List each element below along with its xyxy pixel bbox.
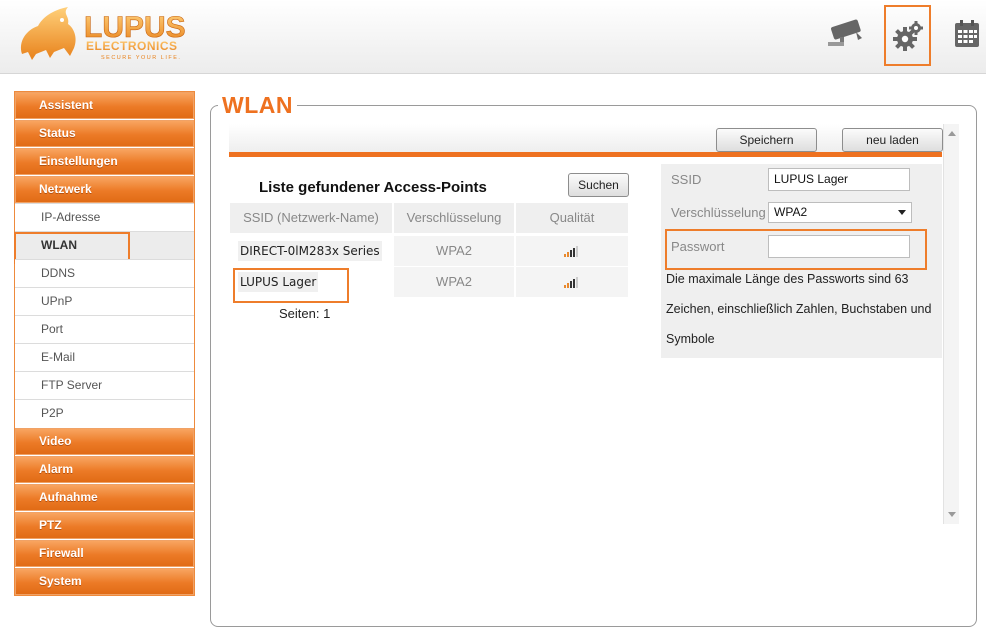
column-header-quality: Qualität	[516, 203, 628, 233]
calendar-button[interactable]	[947, 14, 986, 54]
page-title: WLAN	[218, 92, 297, 119]
ap-quality	[516, 267, 628, 297]
selected-ap-highlight	[233, 268, 349, 303]
sidebar-item-ptz[interactable]: PTZ	[15, 511, 194, 539]
signal-bar	[567, 252, 569, 258]
sidebar-item-aufnahme[interactable]: Aufnahme	[15, 483, 194, 511]
signal-bar	[573, 279, 575, 289]
sidebar-item-video[interactable]: Video	[15, 427, 194, 455]
ap-ssid: DIRECT-0lM283x Series	[238, 241, 382, 261]
sidebar-item-einstellungen[interactable]: Einstellungen	[15, 147, 194, 175]
sidebar-item-alarm[interactable]: Alarm	[15, 455, 194, 483]
sidebar-item-port[interactable]: Port	[15, 315, 194, 343]
ssid-label: SSID	[671, 172, 702, 187]
signal-bar	[576, 246, 578, 258]
sidebar-item-netzwerk[interactable]: Netzwerk	[15, 175, 194, 203]
ap-list-title: Liste gefundener Access-Points	[259, 179, 487, 196]
signal-bar	[567, 283, 569, 289]
sidebar-item-status[interactable]: Status	[15, 119, 194, 147]
ap-ssid-cell: DIRECT-0lM283x Series	[230, 236, 392, 266]
scroll-up-icon[interactable]	[948, 131, 956, 136]
camera-icon	[828, 19, 862, 46]
header: LUPUS ELECTRONICS SECURE YOUR LIFE.	[0, 0, 986, 74]
sidebar-item-assistent[interactable]: Assistent	[15, 91, 194, 119]
svg-text:ELECTRONICS: ELECTRONICS	[86, 39, 178, 53]
sidebar-item-ftp-server[interactable]: FTP Server	[15, 371, 194, 399]
scrollbar[interactable]	[943, 124, 959, 524]
settings-button[interactable]	[884, 5, 931, 66]
scroll-down-icon[interactable]	[948, 512, 956, 517]
sidebar-item-ip-adresse[interactable]: IP-Adresse	[15, 203, 194, 231]
calendar-icon	[955, 20, 979, 47]
sidebar-item-upnp[interactable]: UPnP	[15, 287, 194, 315]
svg-text:SECURE YOUR LIFE.: SECURE YOUR LIFE.	[101, 55, 181, 61]
signal-strength-icon	[564, 246, 580, 258]
signal-bar	[570, 281, 572, 289]
ap-encryption: WPA2	[394, 236, 514, 266]
encryption-select[interactable]: WPA2	[768, 202, 912, 223]
sidebar-item-ddns[interactable]: DDNS	[15, 259, 194, 287]
search-button[interactable]: Suchen	[568, 173, 629, 197]
sidebar-item-wlan[interactable]: WLAN	[14, 231, 194, 264]
signal-bar	[564, 254, 566, 258]
sidebar-menu: Assistent Status Einstellungen Netzwerk IP-A…	[14, 91, 195, 596]
signal-bar	[564, 285, 566, 289]
column-header-ssid: SSID (Netzwerk-Name)	[230, 203, 392, 233]
gear-icon	[892, 20, 923, 51]
toolbar	[229, 124, 942, 157]
signal-strength-icon	[564, 277, 580, 289]
camera-button[interactable]	[826, 14, 866, 54]
encryption-label: Verschlüsselung	[671, 205, 766, 220]
signal-bar	[570, 250, 572, 258]
pagination: Seiten: 1	[279, 306, 331, 321]
lupus-logo[interactable]: LUPUS ELECTRONICS SECURE YOUR LIFE.	[12, 4, 227, 64]
wolf-logo-icon: LUPUS ELECTRONICS SECURE YOUR LIFE.	[20, 7, 186, 61]
reload-button[interactable]: neu laden	[842, 128, 943, 152]
sidebar-item-system[interactable]: System	[15, 567, 194, 595]
sidebar-item-e-mail[interactable]: E-Mail	[15, 343, 194, 371]
sidebar-item-firewall[interactable]: Firewall	[15, 539, 194, 567]
column-header-encryption: Verschlüsselung	[394, 203, 514, 233]
signal-bar	[573, 248, 575, 258]
sidebar-item-p2p[interactable]: P2P	[15, 399, 194, 427]
save-button[interactable]: Speichern	[716, 128, 817, 152]
password-hint: Die maximale Länge des Passworts sind 63…	[666, 272, 932, 346]
ssid-input[interactable]: LUPUS Lager	[768, 168, 910, 191]
ap-encryption: WPA2	[394, 267, 514, 297]
ap-quality	[516, 236, 628, 266]
signal-bar	[576, 277, 578, 289]
